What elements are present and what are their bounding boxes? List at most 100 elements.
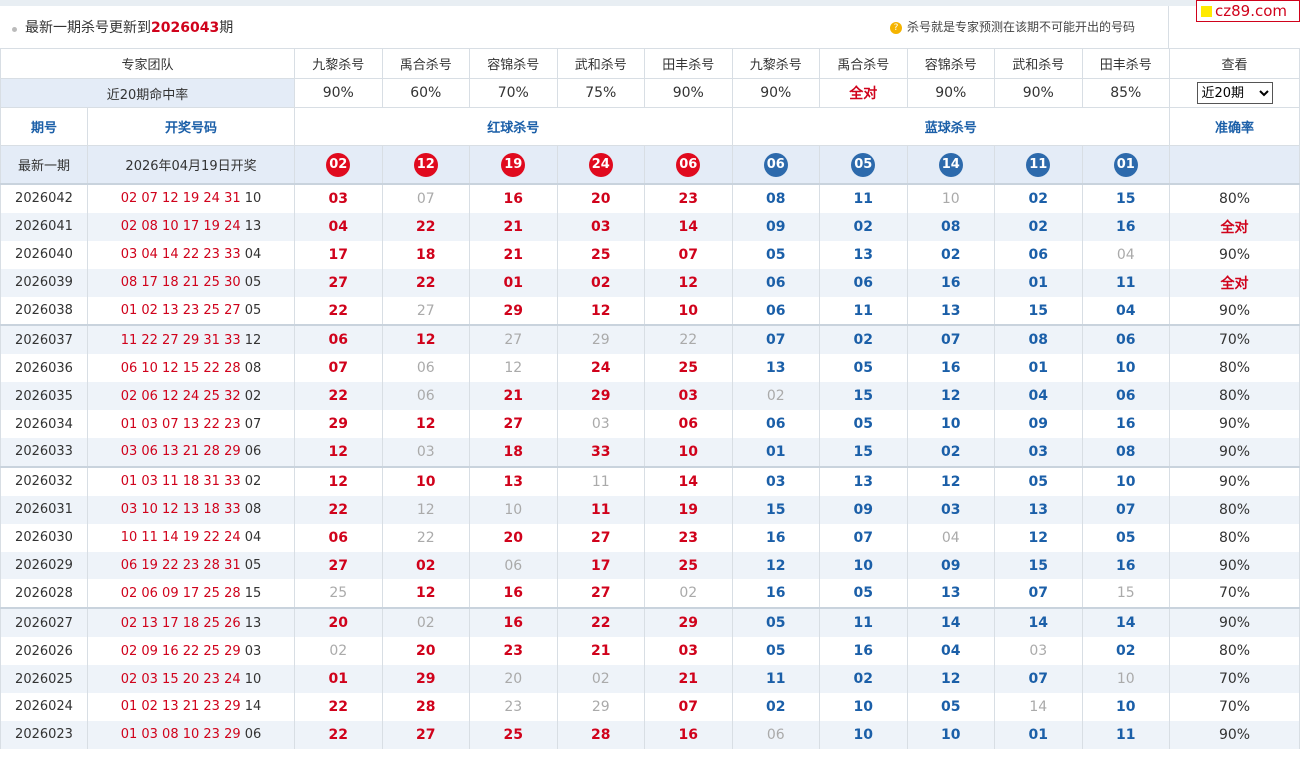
blue-kill-number: 07: [906, 324, 996, 355]
period-select[interactable]: 近20期: [1196, 82, 1273, 104]
blue-kill-number: 15: [994, 551, 1083, 580]
red-kill-number: 23: [469, 637, 558, 666]
red-kill-number: 12: [644, 268, 733, 297]
blue-kill-column-header: 蓝球杀号: [731, 107, 1171, 146]
issue-number: 2026029: [0, 551, 88, 580]
red-kill-number: 21: [556, 637, 646, 666]
red-kill-number: 28: [381, 693, 471, 721]
blue-kill-number: 05: [994, 465, 1083, 496]
accuracy-value: 70%: [1169, 693, 1300, 721]
issue-number: 2026039: [0, 268, 88, 297]
expert-name: 容锦杀号: [906, 48, 996, 79]
view-label: 查看: [1169, 48, 1300, 79]
red-kill-number: 17: [294, 240, 383, 269]
red-kill-number: 02: [556, 665, 646, 694]
red-kill-number: 14: [644, 212, 733, 241]
title-suffix: 期: [219, 20, 234, 36]
blue-kill-number: 09: [819, 495, 908, 524]
history-row: 2026036 06 10 12 15 22 28 08 07 06 12 24 25 13 0…: [0, 354, 1300, 383]
blue-kill-number: 16: [1081, 551, 1171, 580]
blue-kill-number: 06: [731, 268, 821, 297]
kill-number-note: ? 杀号就是专家预测在该期不可能开出的号码: [890, 18, 1135, 35]
history-row: 2026041 02 08 10 17 19 24 13 04 22 21 03 14 09 0…: [0, 212, 1300, 241]
blue-kill-number: 07: [1081, 495, 1171, 524]
red-kill-number: 02: [294, 637, 383, 666]
red-kill-number: 27: [381, 720, 471, 749]
accuracy-value: 90%: [1169, 551, 1300, 580]
red-kill-number: 21: [469, 382, 558, 411]
red-ball: 19: [501, 152, 526, 177]
blue-kill-number: 14: [906, 607, 996, 638]
red-kill-number: 23: [644, 523, 733, 552]
blue-kill-number: 02: [994, 212, 1083, 241]
accuracy-value: 80%: [1169, 354, 1300, 383]
red-kill-number: 01: [294, 665, 383, 694]
blue-kill-number: 05: [731, 607, 821, 638]
red-kill-number: 20: [469, 665, 558, 694]
red-kill-number: 22: [556, 607, 646, 638]
red-kill-number: 29: [644, 607, 733, 638]
latest-red-kill-cell: 06: [644, 145, 733, 185]
red-kill-number: 02: [381, 551, 471, 580]
red-kill-number: 18: [381, 240, 471, 269]
issue-number: 2026023: [0, 720, 88, 749]
draw-red-numbers: 02 03 15 20 23 24: [120, 671, 241, 687]
draw-numbers: 01 02 13 21 23 29 14: [86, 693, 296, 721]
blue-kill-number: 05: [819, 354, 908, 383]
blue-ball: 11: [1026, 152, 1051, 177]
red-kill-number: 12: [381, 495, 471, 524]
red-kill-number: 03: [644, 637, 733, 666]
draw-numbers: 02 09 16 22 25 29 03: [86, 637, 296, 666]
draw-red-numbers: 08 17 18 21 25 30: [120, 275, 241, 291]
accuracy-value: 90%: [1169, 240, 1300, 269]
red-kill-number: 03: [294, 184, 383, 213]
blue-kill-number: 16: [906, 354, 996, 383]
red-kill-number: 22: [294, 382, 383, 411]
red-kill-number: 21: [469, 240, 558, 269]
accuracy-value: 80%: [1169, 382, 1300, 411]
draw-red-numbers: 11 22 27 29 31 33: [120, 332, 241, 348]
history-row: 2026031 03 10 12 13 18 33 08 22 12 10 11 19 15 0…: [0, 495, 1300, 524]
red-kill-number: 22: [294, 693, 383, 721]
draw-blue-number: 14: [244, 699, 262, 715]
blue-kill-number: 10: [1081, 354, 1171, 383]
red-kill-number: 27: [469, 324, 558, 355]
history-row: 2026024 01 02 13 21 23 29 14 22 28 23 29 07 02 1…: [0, 693, 1300, 721]
hit-rate: 60%: [381, 78, 471, 108]
blue-kill-number: 02: [819, 212, 908, 241]
draw-blue-number: 03: [244, 643, 262, 659]
draw-blue-number: 08: [244, 502, 262, 518]
red-kill-number: 22: [644, 324, 733, 355]
accuracy-value: 70%: [1169, 665, 1300, 694]
issue-number: 2026034: [0, 410, 88, 439]
accuracy-value: 80%: [1169, 637, 1300, 666]
issue-number: 2026031: [0, 495, 88, 524]
red-kill-number: 29: [381, 665, 471, 694]
red-kill-number: 06: [294, 523, 383, 552]
red-kill-number: 03: [556, 410, 646, 439]
issue-number: 2026040: [0, 240, 88, 269]
blue-kill-number: 14: [994, 693, 1083, 721]
site-logo[interactable]: cz89.com: [1196, 0, 1300, 22]
expert-team-label: 专家团队: [0, 48, 296, 79]
blue-kill-number: 06: [819, 268, 908, 297]
blue-kill-number: 11: [819, 296, 908, 326]
draw-red-numbers: 01 02 13 21 23 29: [120, 699, 241, 715]
latest-blue-kill-cell: 01: [1081, 145, 1171, 185]
blue-kill-number: 11: [819, 184, 908, 213]
blue-kill-number: 05: [731, 637, 821, 666]
blue-ball: 01: [1113, 152, 1138, 177]
latest-draw-date: 2026年04月19日开奖: [86, 145, 296, 185]
red-kill-number: 13: [469, 465, 558, 496]
blue-kill-number: 08: [994, 324, 1083, 355]
blue-kill-number: 13: [906, 579, 996, 609]
draw-blue-number: 06: [244, 727, 262, 743]
accuracy-value: 90%: [1169, 607, 1300, 638]
blue-kill-number: 10: [819, 551, 908, 580]
accuracy-value: 80%: [1169, 495, 1300, 524]
draw-red-numbers: 01 02 13 23 25 27: [120, 303, 241, 318]
red-kill-number: 06: [381, 382, 471, 411]
issue-number: 2026028: [0, 579, 88, 609]
kill-number-table: 专家团队 九黎杀号 禹合杀号 容锦杀号 武和杀号 田丰杀号 九黎杀号 禹合杀号 …: [0, 48, 1300, 749]
draw-numbers: 02 08 10 17 19 24 13: [86, 212, 296, 241]
